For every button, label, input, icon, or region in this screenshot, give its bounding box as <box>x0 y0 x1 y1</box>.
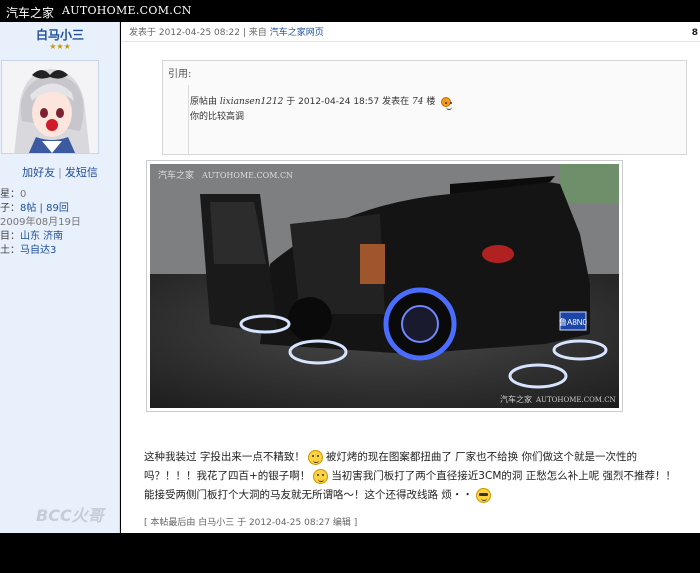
avatar[interactable] <box>1 60 99 154</box>
body-line-1: 这种我装过 字投出来一点不精致！ 被灯烤的现在图案都扭曲了 厂家也不给换 你们做这… <box>144 449 638 465</box>
header-separator: | <box>242 28 246 38</box>
body-line-3: 能接受两侧门板打个大洞的马友就无所谓咯～！这个还得改线路 烦・・ <box>144 486 696 505</box>
photo-watermark-top: 汽车之家 <box>158 169 194 181</box>
actions-separator: | <box>58 166 62 179</box>
site-logo[interactable]: 汽车之家 <box>6 4 54 21</box>
post-body: 这种我装过 字投出来一点不精致！ 被灯烤的现在图案都扭曲了 厂家也不给换 你们做这… <box>144 448 696 505</box>
photo-watermark-bottom: 汽车之家 <box>500 394 532 404</box>
user-sidebar: 白马小三 ★★★ 加好友 | 发短信 星：0 子：8帖 | 89回 2009年08月… <box>0 22 120 533</box>
stat-posts: 子：8帖 | 89回 <box>0 203 69 214</box>
username[interactable]: 白马小三 <box>0 26 119 43</box>
quote-author[interactable]: lixiansen1212 <box>220 97 284 107</box>
from-label: 来自 <box>248 28 267 38</box>
add-friend-link[interactable]: 加好友 <box>22 166 55 179</box>
stat-register-date: 2009年08月19日 <box>0 217 81 228</box>
car-photo: 鲁A8N0 汽车之家 AUTOHOME.COM.CN 汽车之家 AUTOHOME… <box>150 164 619 408</box>
floor-number: 8 <box>691 28 698 38</box>
site-domain: AUTOHOME.COM.CN <box>62 4 192 17</box>
posted-time: 2012-04-25 08:22 <box>158 28 240 38</box>
stat-points: 星：0 <box>0 189 27 200</box>
user-stats: 星：0 子：8帖 | 89回 2009年08月19日 目：山东 济南 土：马自达… <box>0 188 119 258</box>
post-photo[interactable]: 鲁A8N0 汽车之家 AUTOHOME.COM.CN 汽车之家 AUTOHOME… <box>146 160 623 412</box>
grin-emoticon-icon <box>313 468 329 484</box>
photo-watermark-bottom-site: AUTOHOME.COM.CN <box>535 396 616 404</box>
goto-arrow-icon[interactable] <box>441 96 453 110</box>
post-header: 发表于 2012-04-25 08:22 | 来自 汽车之家网页 <box>121 22 700 42</box>
license-plate: 鲁A8N0 <box>559 317 588 327</box>
smile-emoticon-icon <box>307 449 323 465</box>
user-actions: 加好友 | 发短信 <box>0 164 119 180</box>
rank-stars: ★★★ <box>49 42 71 51</box>
post-source-link[interactable]: 汽车之家网页 <box>270 28 324 38</box>
quote-meta: 原帖由 lixiansen1212 于 2012-04-24 18:57 发表在… <box>190 94 454 110</box>
send-message-link[interactable]: 发短信 <box>65 166 98 179</box>
signature-watermark: BCC火哥 <box>36 506 104 525</box>
edit-note: [ 本帖最后由 白马小三 于 2012-04-25 08:27 编辑 ] <box>144 518 358 528</box>
stat-car: 土：马自达3 <box>0 245 57 256</box>
bottom-bar <box>0 533 700 573</box>
quote-label: 引用: <box>168 69 192 80</box>
posted-label: 发表于 <box>129 28 157 38</box>
quote-divider <box>188 85 189 155</box>
cool-emoticon-icon <box>475 487 491 503</box>
quote-floor-ref[interactable]: 74 <box>412 97 423 107</box>
quote-text: 你的比较高调 <box>190 112 245 122</box>
top-bar: 汽车之家 AUTOHOME.COM.CN <box>0 0 700 22</box>
photo-watermark-top-site: AUTOHOME.COM.CN <box>201 171 293 180</box>
quote-block: 引用: 原帖由 lixiansen1212 于 2012-04-24 18:57… <box>162 60 687 155</box>
post-content: 发表于 2012-04-25 08:22 | 来自 汽车之家网页 8 引用: 原… <box>121 22 700 533</box>
stat-location: 目：山东 济南 <box>0 231 64 242</box>
body-line-2: 吗？！！！我花了四百+的银子啊！ 当初害我门板打了两个直径接近3CM的洞 正愁怎么… <box>144 468 677 484</box>
